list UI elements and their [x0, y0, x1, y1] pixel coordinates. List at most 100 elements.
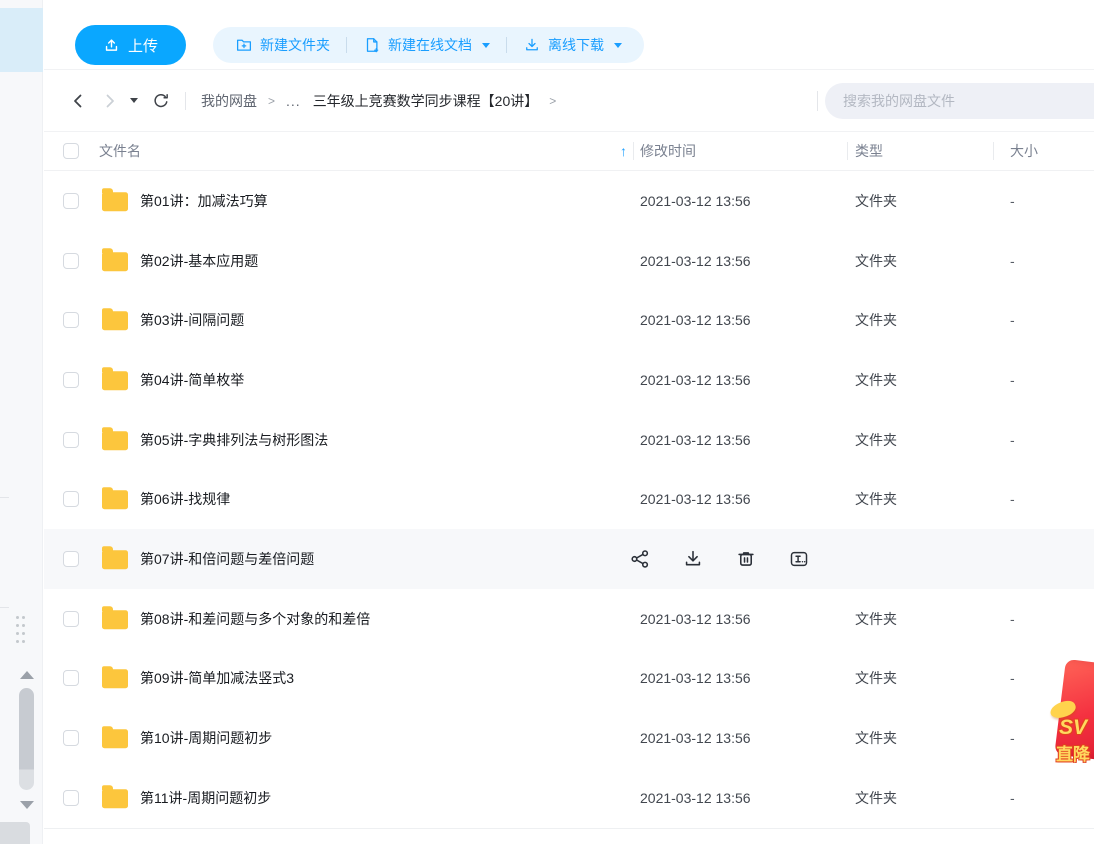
column-header-name[interactable]: 文件名 [99, 132, 141, 171]
column-divider [847, 142, 848, 160]
offline-download-button[interactable]: 离线下载 [523, 35, 622, 55]
folder-icon [102, 610, 128, 629]
file-modified: 2021-03-12 13:56 [640, 730, 751, 746]
table-row[interactable]: 第04讲-简单枚举 2021-03-12 13:56 文件夹 - [44, 350, 1094, 410]
folder-icon [102, 371, 128, 390]
row-checkbox[interactable] [63, 670, 79, 686]
delete-icon[interactable] [734, 547, 758, 571]
column-divider [993, 142, 994, 160]
file-size: - [1010, 432, 1015, 448]
new-online-doc-button[interactable]: 新建在线文档 [363, 35, 490, 55]
forward-button[interactable] [102, 93, 118, 109]
file-name[interactable]: 第11讲-周期问题初步 [140, 788, 271, 808]
column-header-type[interactable]: 类型 [855, 132, 883, 171]
row-checkbox[interactable] [63, 790, 79, 806]
file-name[interactable]: 第02讲-基本应用题 [140, 251, 258, 271]
row-actions [628, 547, 811, 571]
search-box[interactable] [825, 83, 1094, 119]
share-icon[interactable] [628, 547, 652, 571]
file-modified: 2021-03-12 13:56 [640, 312, 751, 328]
row-checkbox[interactable] [63, 312, 79, 328]
file-type: 文件夹 [855, 430, 897, 450]
folder-icon [102, 252, 128, 271]
table-row[interactable]: 第10讲-周期问题初步 2021-03-12 13:56 文件夹 - [44, 708, 1094, 768]
upload-button[interactable]: 上传 [75, 25, 186, 65]
table-row[interactable]: 第11讲-周期问题初步 2021-03-12 13:56 文件夹 - [44, 768, 1094, 828]
file-size: - [1010, 253, 1015, 269]
folder-icon [102, 789, 128, 808]
row-checkbox[interactable] [63, 432, 79, 448]
file-name[interactable]: 第05讲-字典排列法与树形图法 [140, 430, 328, 450]
file-type: 文件夹 [855, 251, 897, 271]
file-type: 文件夹 [855, 310, 897, 330]
new-folder-icon [235, 36, 253, 54]
file-name[interactable]: 第09讲-简单加减法竖式3 [140, 668, 294, 688]
file-type: 文件夹 [855, 788, 897, 808]
history-dropdown-icon[interactable] [130, 98, 138, 103]
row-checkbox[interactable] [63, 491, 79, 507]
file-type: 文件夹 [855, 609, 897, 629]
table-row[interactable]: 第07讲-和倍问题与差倍问题 [44, 529, 1094, 589]
file-name[interactable]: 第06讲-找规律 [140, 489, 230, 509]
divider [817, 91, 818, 111]
table-row[interactable]: 第06讲-找规律 2021-03-12 13:56 文件夹 - [44, 469, 1094, 529]
column-divider [633, 142, 634, 160]
file-name[interactable]: 第01讲：加减法巧算 [140, 191, 268, 211]
table-row[interactable]: 第05讲-字典排列法与树形图法 2021-03-12 13:56 文件夹 - [44, 410, 1094, 470]
breadcrumb-current[interactable]: 三年级上竞赛数学同步课程【20讲】 [313, 91, 539, 111]
file-manager-panel: 上传 新建文件夹 新建在线文档 [44, 0, 1094, 844]
row-checkbox[interactable] [63, 253, 79, 269]
file-type: 文件夹 [855, 668, 897, 688]
refresh-button[interactable] [152, 92, 170, 110]
file-modified: 2021-03-12 13:56 [640, 193, 751, 209]
sidebar-divider [0, 607, 9, 608]
file-name[interactable]: 第08讲-和差问题与多个对象的和差倍 [140, 609, 370, 629]
sidebar-selected-item-edge[interactable] [0, 8, 43, 72]
file-modified: 2021-03-12 13:56 [640, 611, 751, 627]
breadcrumb-separator: > [268, 94, 275, 108]
row-checkbox[interactable] [63, 551, 79, 567]
file-size: - [1010, 193, 1015, 209]
select-all-checkbox[interactable] [63, 143, 79, 159]
file-name[interactable]: 第03讲-间隔问题 [140, 310, 244, 330]
sort-ascending-icon[interactable]: ↑ [620, 132, 627, 171]
upload-button-label: 上传 [128, 35, 158, 56]
row-checkbox[interactable] [63, 611, 79, 627]
toolbar: 上传 新建文件夹 新建在线文档 [44, 0, 1094, 70]
promo-text-line2: 直降 [1056, 740, 1090, 765]
back-button[interactable] [70, 93, 86, 109]
file-name[interactable]: 第04讲-简单枚举 [140, 370, 244, 390]
drag-handle-icon[interactable] [16, 616, 19, 619]
promo-badge[interactable]: SV 直降 [1050, 660, 1094, 778]
file-name[interactable]: 第07讲-和倍问题与差倍问题 [140, 549, 314, 569]
table-row[interactable]: 第03讲-间隔问题 2021-03-12 13:56 文件夹 - [44, 290, 1094, 350]
folder-icon [102, 550, 128, 569]
breadcrumb-separator: > [549, 94, 556, 108]
table-row[interactable]: 第08讲-和差问题与多个对象的和差倍 2021-03-12 13:56 文件夹 … [44, 589, 1094, 649]
scrollbar-thumb[interactable] [19, 688, 34, 790]
scroll-down-arrow[interactable] [20, 801, 34, 809]
file-type: 文件夹 [855, 370, 897, 390]
row-checkbox[interactable] [63, 193, 79, 209]
scroll-up-arrow[interactable] [20, 671, 34, 679]
new-folder-button[interactable]: 新建文件夹 [235, 35, 330, 55]
column-header-modified[interactable]: 修改时间 [640, 132, 696, 171]
row-checkbox[interactable] [63, 730, 79, 746]
breadcrumb-ellipsis[interactable]: ... [286, 93, 301, 109]
row-checkbox[interactable] [63, 372, 79, 388]
download-icon[interactable] [681, 547, 705, 571]
sidebar-edge [0, 0, 43, 844]
file-name[interactable]: 第10讲-周期问题初步 [140, 728, 272, 748]
table-row[interactable]: 第02讲-基本应用题 2021-03-12 13:56 文件夹 - [44, 231, 1094, 291]
new-doc-icon [363, 36, 381, 54]
file-type: 文件夹 [855, 489, 897, 509]
search-input[interactable] [843, 93, 1083, 109]
folder-icon [102, 192, 128, 211]
table-row[interactable]: 第09讲-简单加减法竖式3 2021-03-12 13:56 文件夹 - [44, 649, 1094, 709]
folder-icon [102, 311, 128, 330]
breadcrumb-root[interactable]: 我的网盘 [201, 91, 257, 111]
table-row[interactable]: 第01讲：加减法巧算 2021-03-12 13:56 文件夹 - [44, 171, 1094, 231]
rename-icon[interactable] [787, 547, 811, 571]
column-header-size[interactable]: 大小 [1010, 132, 1038, 171]
toolbar-separator [346, 37, 347, 53]
